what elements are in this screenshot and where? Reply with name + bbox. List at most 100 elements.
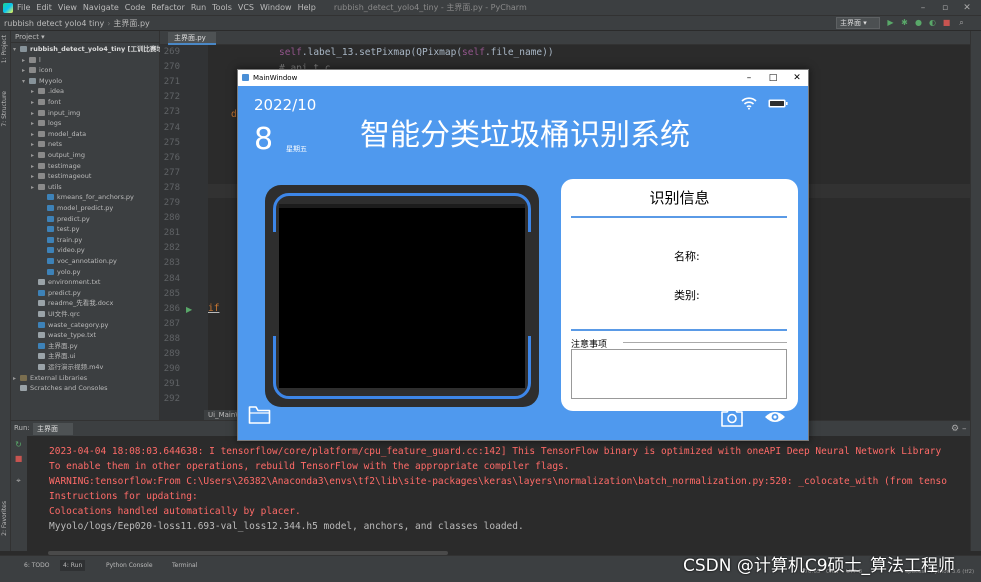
console-line: 2023-04-04 18:08:03.644638: I tensorflow… [49,446,942,457]
stop-icon[interactable]: ■ [14,454,23,463]
hide-panel-icon[interactable]: – [962,424,967,434]
tree-file[interactable]: waste_type.txt [31,330,96,341]
breadcrumb-file[interactable]: 主界面.py [113,18,149,29]
rerun-icon[interactable]: ↻ [14,440,23,449]
line-number: 279 [163,198,180,208]
tool-tab-run[interactable]: 4: Run [60,560,86,571]
debug-icon[interactable]: ✱ [900,18,909,27]
tree-folder[interactable]: ▸ l [22,55,41,66]
stop-icon[interactable]: ■ [942,18,951,27]
tree-file[interactable]: test.py [40,224,80,235]
tree-file[interactable]: 运行演示视频.m4v [31,362,103,373]
line-number: 283 [163,258,180,269]
coverage-icon[interactable]: ● [914,18,923,27]
tree-item-label: waste_type.txt [48,331,97,340]
line-number: 269 [163,47,180,57]
menu-item[interactable]: Window [260,3,292,12]
menu-item[interactable]: Edit [36,3,52,12]
project-panel-header[interactable]: Project ▾ [11,31,159,43]
minimize-icon[interactable]: – [738,70,760,86]
tree-folder[interactable]: ▸ model_data [31,129,86,140]
tree-file[interactable]: model_predict.py [40,203,113,214]
tree-file[interactable]: predict.py [31,288,81,299]
app-titlebar[interactable]: MainWindow – □ ✕ [238,70,808,86]
editor-tab[interactable]: 主界面.py [168,32,216,45]
camera-icon[interactable] [720,406,744,428]
chevron-down-icon[interactable]: ▾ [22,77,29,88]
tree-file[interactable]: yolo.py [40,267,81,278]
profile-icon[interactable]: ◐ [928,18,937,27]
tool-tab-project[interactable]: 1: Project [1,35,8,63]
search-everywhere-icon[interactable]: ⌕ [957,18,966,27]
tree-item-label: voc_annotation.py [57,257,117,265]
pin-icon[interactable]: ⌖ [14,476,23,485]
gear-icon[interactable]: ⚙ [951,424,959,434]
menu-item[interactable]: Tools [212,3,232,12]
tree-file[interactable]: environment.txt [31,277,100,288]
menu-item[interactable]: Refactor [151,3,185,12]
close-icon[interactable]: ✕ [786,70,808,86]
tree-folder[interactable]: ▸ testimageout [31,171,91,182]
tree-file[interactable]: voc_annotation.py [40,256,117,267]
menu-item[interactable]: VCS [238,3,254,12]
tree-folder[interactable]: ▾ Myyolo [22,76,62,87]
run-icon[interactable]: ▶ [886,18,895,27]
tree-file[interactable]: Scratches and Consoles [13,383,108,394]
tree-folder[interactable]: ▸ testimage [31,161,81,172]
tree-folder[interactable]: ▸ utils [31,182,62,193]
tree-file[interactable]: 主界面.ui [31,351,76,362]
tree-item-label: icon [39,66,53,75]
tool-tab-favorites[interactable]: 2: Favorites [1,501,8,536]
tree-item-label: readme_先看我.docx [48,299,114,308]
tree-file[interactable]: predict.py [40,214,90,225]
tree-folder[interactable]: ▸ nets [31,139,62,150]
menu-item[interactable]: Help [298,3,316,12]
tool-tab-structure[interactable]: 7: Structure [1,91,8,127]
battery-icon [768,99,788,108]
run-gutter-icon[interactable]: ▶ [186,305,192,314]
tree-file[interactable]: UI文件.qrc [31,309,80,320]
close-icon[interactable]: ✕ [956,0,978,16]
tree-file[interactable]: kmeans_for_anchors.py [40,192,134,203]
tree-folder[interactable]: ▸ input_img [31,108,80,119]
tool-tab-python-console[interactable]: Python Console [106,560,153,571]
notes-textbox[interactable] [571,349,787,399]
maximize-icon[interactable]: □ [762,70,784,86]
tool-tab-terminal[interactable]: Terminal [172,560,197,571]
category-label: 类别: [674,289,700,302]
run-config-select[interactable]: 主界面 ▾ [836,17,880,29]
file-icon [38,364,45,370]
tree-folder[interactable]: ▸ output_img [31,150,85,161]
menu-item[interactable]: File [17,3,30,12]
tree-file[interactable]: train.py [40,235,82,246]
tree-folder[interactable]: ▸ font [31,97,61,108]
tool-tab-todo[interactable]: 6: TODO [24,560,49,571]
chevron-down-icon[interactable]: ▾ [13,45,20,56]
line-number: 276 [163,152,180,163]
python-file-icon [47,215,54,222]
eye-icon[interactable] [764,410,786,424]
tree-file[interactable]: readme_先看我.docx [31,298,113,309]
chevron-right-icon[interactable]: ▸ [31,183,38,194]
tree-item-label: kmeans_for_anchors.py [57,193,134,202]
menu-item[interactable]: View [58,3,77,12]
console-output[interactable]: 2023-04-04 18:08:03.644638: I tensorflow… [31,438,966,550]
tree-file[interactable]: 主界面.py [31,341,78,352]
menu-item[interactable]: Navigate [83,3,119,12]
folder-icon[interactable] [248,404,271,426]
line-number: 288 [163,333,180,344]
camera-view [279,204,525,388]
minimize-icon[interactable]: – [912,0,934,16]
breadcrumb-project[interactable]: rubbish detect yolo4 tiny [4,19,104,28]
maximize-icon[interactable]: ▫ [934,0,956,16]
run-tab[interactable]: 主界面 [33,423,73,435]
menu-item[interactable]: Run [191,3,206,12]
tree-folder[interactable]: ▸ icon [22,65,52,76]
tree-folder[interactable]: ▸ External Libraries [13,373,87,384]
tree-folder[interactable]: ▸ logs [31,118,61,129]
python-file-icon [38,289,45,296]
tree-file[interactable]: video.py [40,245,85,256]
menu-item[interactable]: Code [125,3,145,12]
tree-file[interactable]: waste_category.py [31,320,108,331]
tree-folder[interactable]: ▸ .idea [31,86,64,97]
